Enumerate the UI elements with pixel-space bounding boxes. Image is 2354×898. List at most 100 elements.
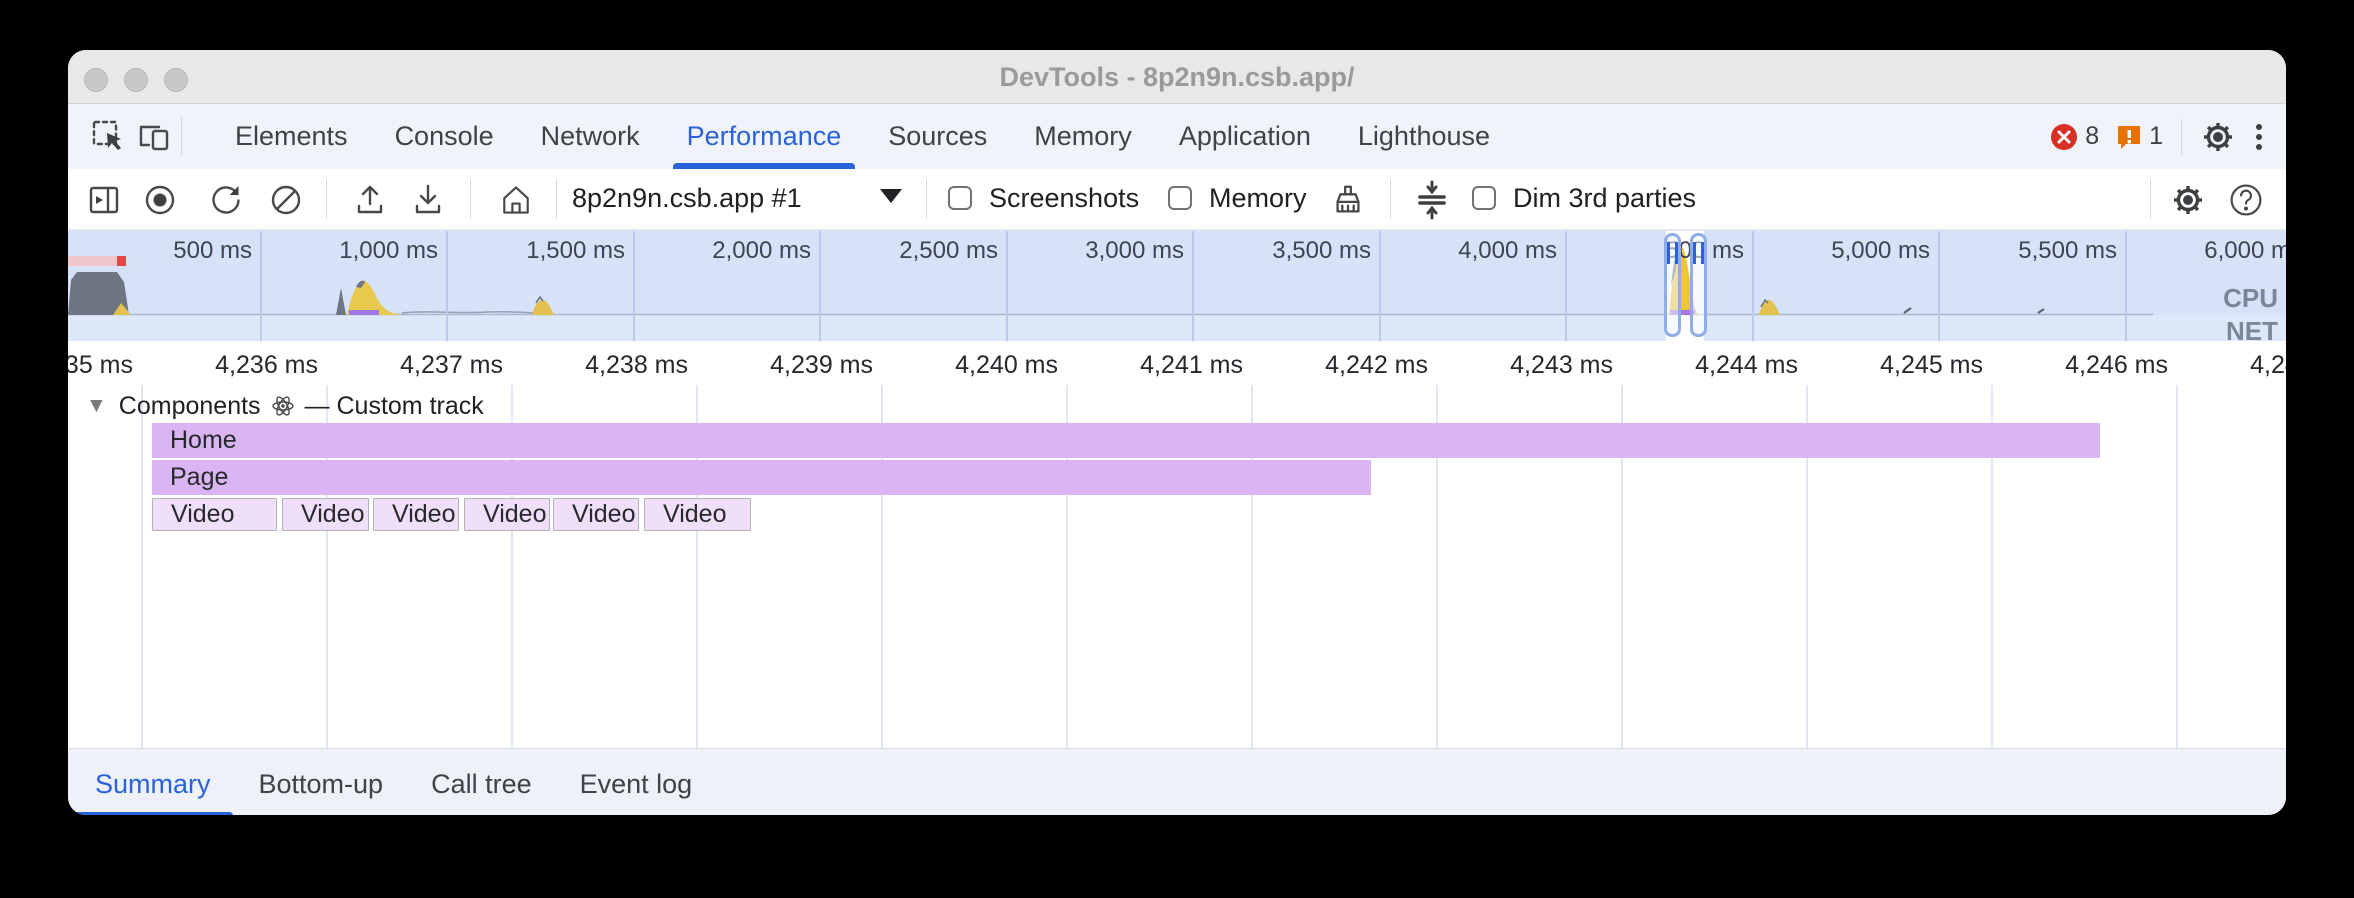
tab-console[interactable]: Console: [395, 104, 494, 169]
checkbox-dim-3rd-parties[interactable]: [1472, 186, 1496, 210]
home-icon[interactable]: [498, 182, 534, 218]
desktop-background: DevTools - 8p2n9n.csb.app/ Elements Conso…: [0, 0, 2354, 898]
divider: [926, 179, 927, 219]
overview-tick-label: 500 ms: [68, 237, 252, 265]
titlebar: DevTools - 8p2n9n.csb.app/: [68, 50, 2286, 104]
divider: [326, 179, 327, 219]
overview-tick-label: 4,000 ms: [1357, 237, 1557, 265]
garbage-collect-brush-icon[interactable]: [1330, 182, 1366, 218]
panel-tabs: Elements Console Network Performance Sources…: [235, 104, 1490, 169]
flame-entry-video[interactable]: Video: [553, 498, 639, 531]
flamechart-detail[interactable]: 4,235 ms4,236 ms4,237 ms4,238 ms4,239 ms…: [68, 341, 2286, 748]
ruler-tick-label: 4,236 ms: [118, 351, 318, 380]
overview-tick-label: 5,000 ms: [1730, 237, 1930, 265]
track-title: Components: [119, 392, 261, 421]
tab-performance[interactable]: Performance: [687, 104, 842, 169]
checkbox-label[interactable]: Screenshots: [989, 183, 1139, 214]
overview-tick-label: 3,500 ms: [1171, 237, 1371, 265]
device-toolbar-icon[interactable]: [136, 118, 172, 154]
record-icon[interactable]: [142, 182, 178, 218]
checkbox-screenshots[interactable]: [948, 186, 972, 210]
chevron-down-icon[interactable]: [880, 189, 902, 203]
devtools-window: DevTools - 8p2n9n.csb.app/ Elements Conso…: [68, 50, 2286, 815]
overview-tick-label: 6,000 ms: [2103, 237, 2286, 265]
flame-entry-page[interactable]: Page: [152, 460, 1371, 495]
ruler-tick-label: 4,246 ms: [1968, 351, 2168, 380]
panel-tabbar: Elements Console Network Performance Sources…: [68, 104, 2286, 169]
detail-gridline: [141, 385, 143, 748]
detail-gridline: [2176, 385, 2178, 748]
flame-entry-video[interactable]: Video: [282, 498, 369, 531]
toggle-sidebar-icon[interactable]: [86, 182, 122, 218]
flame-entry-video[interactable]: Video: [644, 498, 751, 531]
ruler-tick-label: 4,238 ms: [488, 351, 688, 380]
ruler-tick-label: 4,243 ms: [1413, 351, 1613, 380]
error-count[interactable]: 8: [2085, 122, 2099, 151]
cpu-lane-label: CPU: [2223, 283, 2278, 314]
ruler-tick-label: 4,242 ms: [1228, 351, 1428, 380]
collapse-tracks-icon[interactable]: [1414, 182, 1450, 218]
divider: [1390, 179, 1391, 219]
kebab-menu-icon[interactable]: [2252, 120, 2266, 154]
warning-badge-icon[interactable]: [2115, 123, 2143, 151]
divider: [2150, 179, 2151, 219]
flame-entry-home[interactable]: Home: [152, 423, 2100, 458]
flame-entry-video[interactable]: Video: [373, 498, 459, 531]
download-profile-icon[interactable]: [410, 182, 446, 218]
selection-handle-right[interactable]: [1690, 233, 1707, 337]
upload-profile-icon[interactable]: [352, 182, 388, 218]
bottom-tab-event-log[interactable]: Event log: [580, 749, 693, 815]
capture-settings-gear-icon[interactable]: [2170, 182, 2206, 218]
settings-gear-icon[interactable]: [2200, 119, 2236, 155]
overview-tick-label: 3,000 ms: [984, 237, 1184, 265]
bottom-tab-bottom-up[interactable]: Bottom-up: [259, 749, 384, 815]
bottom-tabs: Summary Bottom-up Call tree Event log: [95, 749, 692, 815]
timeline-overview[interactable]: 500 ms1,000 ms1,500 ms2,000 ms2,500 ms3,…: [68, 230, 2286, 341]
error-badge-icon[interactable]: [2049, 122, 2079, 152]
custom-track-header[interactable]: ▼ Components — Custom track: [68, 391, 484, 421]
overview-tick-label: 2,500 ms: [798, 237, 998, 265]
clear-icon[interactable]: [268, 182, 304, 218]
target-selector[interactable]: 8p2n9n.csb.app #1: [572, 183, 802, 214]
ruler-tick-label: 4,237 ms: [303, 351, 503, 380]
tabbar-right-cluster: 8 1: [2049, 104, 2266, 169]
checkbox-label[interactable]: Memory: [1209, 183, 1307, 214]
flame-entry-video[interactable]: Video: [464, 498, 550, 531]
ruler-tick-label: 4,244 ms: [1598, 351, 1798, 380]
divider: [181, 116, 182, 156]
inspect-element-icon[interactable]: [90, 118, 126, 154]
tab-elements[interactable]: Elements: [235, 104, 348, 169]
ruler-tick-label: 4,247 ms: [2153, 351, 2286, 380]
tab-network[interactable]: Network: [541, 104, 640, 169]
tab-application[interactable]: Application: [1179, 104, 1311, 169]
bottom-tab-call-tree[interactable]: Call tree: [431, 749, 532, 815]
react-atom-icon: [271, 394, 295, 418]
flame-entry-video[interactable]: Video: [152, 498, 277, 531]
checkbox-label[interactable]: Dim 3rd parties: [1513, 183, 1696, 214]
checkbox-memory[interactable]: [1168, 186, 1192, 210]
overview-tick-label: 1,500 ms: [425, 237, 625, 265]
ruler-tick-label: 4,239 ms: [673, 351, 873, 380]
collapse-triangle-icon[interactable]: ▼: [86, 394, 107, 418]
bottom-tab-summary[interactable]: Summary: [95, 749, 211, 815]
performance-toolbar: 8p2n9n.csb.app #1 Screenshots Memory Dim 3…: [68, 169, 2286, 230]
tab-lighthouse[interactable]: Lighthouse: [1358, 104, 1490, 169]
tab-memory[interactable]: Memory: [1034, 104, 1132, 169]
active-bottom-tab-underline: [68, 812, 233, 815]
overview-tick-label: 2,000 ms: [611, 237, 811, 265]
selection-handle-left[interactable]: [1664, 233, 1681, 337]
overview-tick-label: 1,000 ms: [238, 237, 438, 265]
warning-count[interactable]: 1: [2149, 122, 2163, 151]
divider: [556, 179, 557, 219]
tab-sources[interactable]: Sources: [888, 104, 987, 169]
ruler-tick-label: 4,240 ms: [858, 351, 1058, 380]
overview-tick-label: 5,500 ms: [1917, 237, 2117, 265]
track-subtitle: — Custom track: [305, 392, 484, 421]
reload-record-icon[interactable]: [208, 182, 244, 218]
window-title: DevTools - 8p2n9n.csb.app/: [68, 62, 2286, 93]
overview-tick-label: 500 ms: [1544, 237, 1744, 265]
ruler-tick-label: 4,245 ms: [1783, 351, 1983, 380]
help-icon[interactable]: [2228, 182, 2264, 218]
ruler-tick-label: 4,241 ms: [1043, 351, 1243, 380]
net-lane-label: NET: [2226, 316, 2278, 341]
